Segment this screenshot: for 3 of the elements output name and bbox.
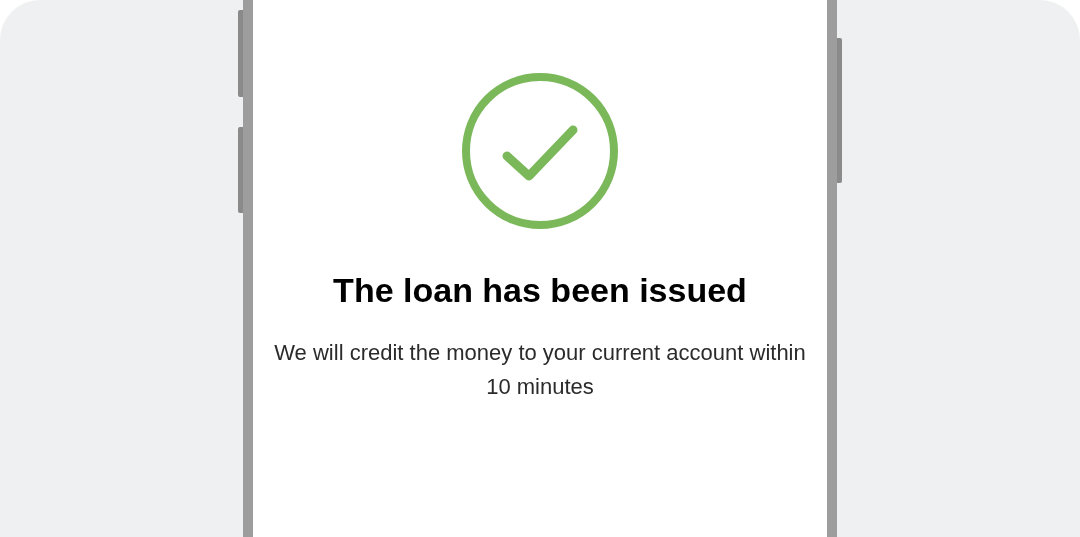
- check-circle-icon: [461, 72, 619, 230]
- success-message: We will credit the money to your current account within 10 minutes: [273, 339, 807, 401]
- success-title: The loan has been issued: [333, 270, 747, 311]
